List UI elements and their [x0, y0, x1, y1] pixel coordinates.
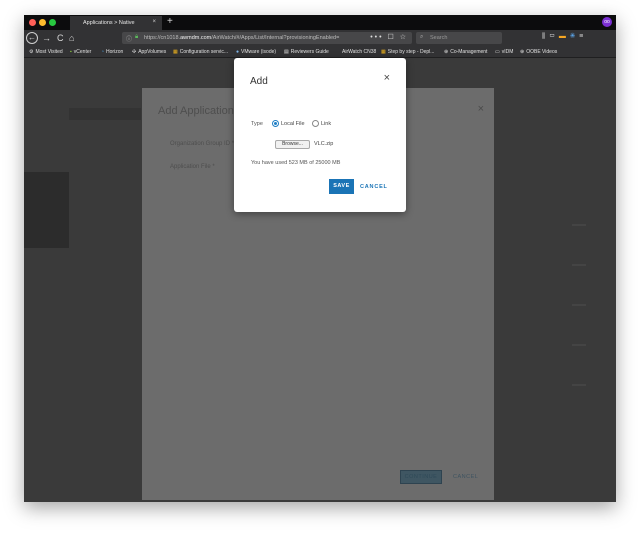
application-file-label: Application File *	[170, 164, 215, 170]
url-prefix: https://cn1018.	[144, 35, 181, 41]
gear-icon: ⚙	[29, 49, 34, 55]
folder-icon: ▭	[495, 49, 500, 55]
bookmark-step-by-step[interactable]: ▦ Step by step - Depl...	[381, 49, 434, 55]
faint-row	[572, 224, 586, 226]
toolbar-icons[interactable]: ⫼▭▬✺≡	[542, 33, 587, 41]
close-icon[interactable]: ×	[478, 103, 484, 115]
url-bar[interactable]: ⓘ 🔒︎ https://cn1018.awmdm.com/AirWatch/#…	[122, 32, 412, 44]
organization-group-label: Organization Group ID *	[170, 141, 235, 147]
faint-row	[572, 304, 586, 306]
bookmark-most-visited[interactable]: ⚙ Most Visited	[29, 49, 63, 55]
menu-icon[interactable]: ≡	[579, 33, 587, 40]
url-domain: awmdm.com	[180, 35, 212, 41]
sidebar-icon[interactable]: ▭	[549, 33, 559, 40]
vpn-icon[interactable]: ✺	[570, 33, 579, 40]
home-button[interactable]: ⌂	[69, 32, 74, 44]
cancel-button[interactable]: CANCEL	[360, 184, 388, 190]
search-icon: ⌕	[420, 34, 424, 40]
globe-icon: ⊕	[444, 49, 449, 55]
appvolumes-icon: ✣	[132, 49, 137, 55]
add-application-title: Add Application	[158, 105, 234, 117]
tab-close-icon[interactable]: ×	[152, 19, 156, 25]
bookmark-co-management[interactable]: ⊕ Co-Management	[444, 49, 487, 55]
faint-row	[572, 264, 586, 266]
minimize-window-button[interactable]	[39, 19, 46, 26]
tab-bar: Applications > Native × + oo	[24, 15, 616, 30]
browser-window: Applications > Native × + oo ← → C ⌂ ⓘ 🔒…	[24, 15, 616, 502]
flag-icon[interactable]: ▬	[559, 33, 570, 40]
storage-usage-text: You have used 523 MB of 25000 MB	[251, 160, 341, 166]
close-window-button[interactable]	[29, 19, 36, 26]
bookmark-vidm[interactable]: ▭ vIDM	[495, 49, 513, 55]
tab-title: Applications > Native	[83, 20, 135, 26]
link-label[interactable]: Link	[321, 121, 331, 127]
globe-icon: ⊕	[520, 49, 525, 55]
horizon-icon: ◔	[101, 49, 105, 55]
info-icon[interactable]: ⓘ	[126, 34, 132, 43]
type-label: Type	[251, 121, 263, 127]
faint-row	[572, 344, 586, 346]
add-file-dialog: Add × Type Local File Link Browse... VLC…	[234, 58, 406, 212]
tab-applications-native[interactable]: Applications > Native ×	[70, 16, 162, 30]
bookmark-appvolumes[interactable]: ✣ AppVolumes	[132, 49, 166, 55]
url-suffix: /AirWatch/#/Apps/List/Internal?provision…	[211, 35, 340, 41]
vmware-icon: ●	[236, 49, 240, 55]
cancel-button[interactable]: CANCEL	[453, 474, 478, 480]
back-button[interactable]: ←	[26, 32, 38, 44]
bookmark-configuration[interactable]: ▦ Configuration servic...	[173, 49, 228, 55]
forward-button[interactable]: →	[42, 32, 51, 44]
windows-icon: ▦	[173, 49, 178, 55]
bookmarks-bar: ⚙ Most Visited ▪ vCenter ◔ Horizon ✣ AppVolu…	[24, 47, 616, 58]
local-file-radio[interactable]	[272, 120, 279, 127]
faint-row	[572, 384, 586, 386]
dialog-title: Add	[250, 76, 268, 87]
bookmark-reviewers-guide[interactable]: ▤ Reviewers Guide	[284, 49, 329, 55]
page-header-band	[69, 108, 141, 120]
bookmark-oobe-videos[interactable]: ⊕ OOBE Videos	[520, 49, 557, 55]
page-sidebar	[24, 172, 69, 248]
navigation-bar: ← → C ⌂ ⓘ 🔒︎ https://cn1018.awmdm.com/Ai…	[24, 30, 616, 47]
windows-icon: ▦	[381, 49, 386, 55]
continue-button[interactable]: CONTINUE	[400, 470, 442, 484]
zoom-window-button[interactable]	[49, 19, 56, 26]
save-button[interactable]: SAVE	[329, 179, 354, 194]
local-file-label[interactable]: Local File	[281, 121, 305, 127]
link-radio[interactable]	[312, 120, 319, 127]
bookmark-airwatch[interactable]: AirWatch CN38	[342, 49, 376, 55]
extension-icon[interactable]: oo	[602, 17, 612, 27]
search-placeholder: Search	[430, 35, 448, 41]
lock-icon: 🔒︎	[135, 34, 139, 40]
page-actions-icon[interactable]: ••• ☐ ☆	[370, 33, 408, 41]
vcenter-icon: ▪	[70, 49, 72, 55]
bookmark-vcenter[interactable]: ▪ vCenter	[70, 49, 91, 55]
document-icon: ▤	[284, 49, 289, 55]
search-input[interactable]: ⌕ Search	[416, 32, 502, 44]
selected-file-name: VLC.zip	[314, 141, 334, 147]
browse-button[interactable]: Browse...	[275, 140, 310, 149]
bookmark-vmware[interactable]: ● VMware (isode)	[236, 49, 276, 55]
close-icon[interactable]: ×	[384, 72, 390, 84]
new-tab-button[interactable]: +	[167, 15, 173, 29]
reload-button[interactable]: C	[57, 32, 64, 44]
bookmark-horizon[interactable]: ◔ Horizon	[101, 49, 123, 55]
